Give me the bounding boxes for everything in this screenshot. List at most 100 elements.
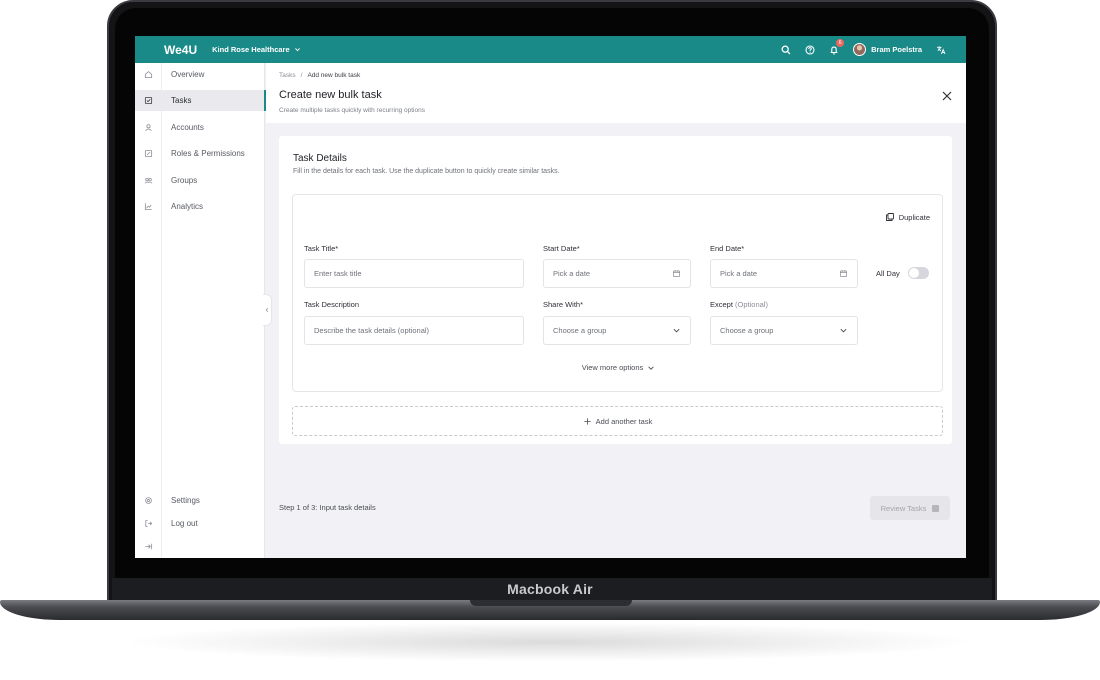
sidebar-item-label: Groups [171,176,198,185]
edit-icon [144,149,153,158]
copy-icon [885,213,894,221]
translate-icon [937,45,946,54]
except-select[interactable]: Choose a group [710,316,858,345]
all-day-label: All Day [876,268,900,278]
task-description-input[interactable]: Describe the task details (optional) [304,316,524,345]
calendar-icon [672,269,681,278]
notification-badge: 6 [836,38,845,47]
sidebar-item-label: Analytics [171,202,204,211]
chevron-down-icon [839,326,848,335]
except-optional-tag: (Optional) [735,300,768,309]
start-date-picker[interactable]: Pick a date [543,259,691,288]
all-day-toggle-group: All Day [876,267,929,279]
help-button[interactable] [805,44,815,55]
card-subtitle: Fill in the details for each task. Use t… [293,168,560,175]
laptop-model-label: Macbook Air [507,581,593,597]
sidebar: Overview Tasks Accounts Roles & Permissi… [135,63,266,558]
user-icon [144,123,153,132]
except-placeholder: Choose a group [720,326,774,335]
task-description-label: Task Description [304,300,360,309]
breadcrumb-current: Add new bulk task [307,72,361,79]
chevron-down-icon [648,365,654,370]
sidebar-item-label: Tasks [171,96,192,105]
add-another-task-label: Add another task [595,416,653,426]
organization-switcher[interactable]: Kind Rose Healthcare [212,45,301,54]
search-button[interactable] [781,45,791,55]
duplicate-button[interactable]: Duplicate [885,212,930,222]
close-icon [942,91,952,101]
breadcrumb: Tasks / Add new bulk task [279,72,360,79]
logout-icon [144,519,153,528]
share-with-select[interactable]: Choose a group [543,316,691,345]
page-title: Create new bulk task [279,89,382,101]
sidebar-item-tasks[interactable]: Tasks [135,90,266,111]
sidebar-item-label: Log out [171,519,198,528]
collapse-icon [144,542,153,551]
chevron-down-icon [672,326,681,335]
view-more-options-label: View more options [581,363,644,372]
except-label: Except (Optional) [710,300,768,309]
page-subtitle: Create multiple tasks quickly with recur… [279,107,425,114]
add-another-task-button[interactable]: Add another task [292,406,943,436]
task-title-placeholder: Enter task title [314,269,362,278]
sidebar-item-accounts[interactable]: Accounts [135,117,265,138]
task-details-card: Task Details Fill in the details for eac… [279,136,952,444]
search-icon [781,45,791,54]
review-tasks-label: Review Tasks [880,503,927,513]
user-name: Bram Poelstra [871,45,922,54]
chevron-down-icon [294,48,300,52]
chart-icon [144,202,153,211]
sidebar-item-label: Roles & Permissions [171,149,245,158]
organization-name: Kind Rose Healthcare [212,45,290,54]
end-date-picker[interactable]: Pick a date [710,259,858,288]
top-bar: We4U Kind Rose Healthcare 6 Bram Poelstr… [135,36,966,63]
sidebar-collapse-button[interactable] [135,536,265,557]
task-description-placeholder: Describe the task details (optional) [314,326,430,335]
task-title-input[interactable]: Enter task title [304,259,524,288]
close-button[interactable] [941,89,953,101]
task-title-label: Task Title* [304,244,339,253]
view-more-options-button[interactable]: View more options [293,363,944,372]
gear-icon [144,496,153,505]
sidebar-item-label: Settings [171,496,200,505]
sidebar-item-roles-permissions[interactable]: Roles & Permissions [135,143,265,164]
user-menu[interactable]: Bram Poelstra [853,43,922,56]
sidebar-item-settings[interactable]: Settings [135,490,265,511]
start-date-placeholder: Pick a date [553,269,591,278]
sidebar-item-label: Accounts [171,123,204,132]
notifications-button[interactable]: 6 [829,38,845,55]
sidebar-item-analytics[interactable]: Analytics [135,196,265,217]
laptop-shadow [120,622,980,662]
start-date-label: Start Date* [543,244,580,253]
except-label-text: Except [710,300,733,309]
avatar [853,43,867,56]
app-screen: We4U Kind Rose Healthcare 6 Bram Poelstr… [135,36,966,558]
card-title: Task Details [293,153,347,164]
review-tasks-button[interactable]: Review Tasks [870,496,950,520]
breadcrumb-separator: / [300,72,303,79]
sidebar-item-overview[interactable]: Overview [135,64,265,85]
count-chip-icon [932,504,940,512]
checkbox-icon [144,96,153,105]
main-content: Tasks / Add new bulk task Create new bul… [266,63,966,558]
sidebar-item-label: Overview [171,70,205,79]
task-form: Duplicate Task Title* Enter task title S… [292,194,943,392]
share-with-label: Share With* [543,300,584,309]
share-with-placeholder: Choose a group [553,326,607,335]
sidebar-item-logout[interactable]: Log out [135,513,265,534]
brand-logo[interactable]: We4U [164,43,197,57]
group-icon [144,176,153,185]
home-icon [144,70,153,79]
top-actions: 6 Bram Poelstra [781,38,946,56]
plus-icon [583,417,591,425]
language-button[interactable] [936,45,946,55]
sidebar-item-groups[interactable]: Groups [135,170,265,191]
all-day-toggle[interactable] [907,267,929,279]
breadcrumb-link-tasks[interactable]: Tasks [279,72,296,79]
calendar-icon [839,269,848,278]
help-icon [805,44,815,55]
page-header: Tasks / Add new bulk task Create new bul… [266,63,966,123]
laptop-notch [470,600,632,606]
end-date-label: End Date* [710,244,745,253]
duplicate-label: Duplicate [898,212,930,222]
